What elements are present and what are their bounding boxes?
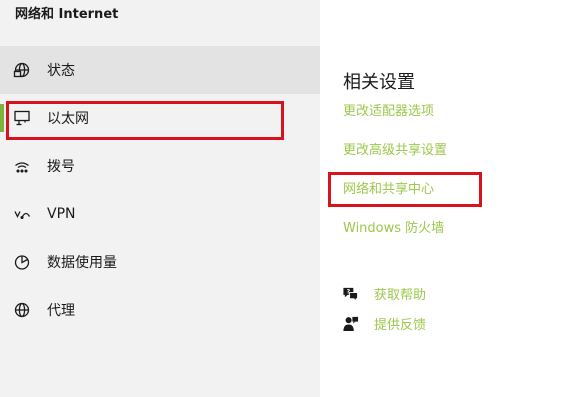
related-settings-title: 相关设置 (343, 72, 415, 93)
chat-help-icon: ? (342, 285, 359, 302)
sidebar-item-proxy[interactable]: 代理 (0, 286, 320, 334)
dial-up-icon (13, 157, 31, 175)
sidebar-title: 网络和 Internet (15, 7, 119, 22)
sidebar: 网络和 Internet 状态 以太网 拨号 VPN 数据使用量 代理 (0, 0, 320, 397)
sidebar-item-dialup[interactable]: 拨号 (0, 142, 320, 190)
sidebar-item-label: 数据使用量 (47, 255, 117, 271)
sidebar-item-status[interactable]: 状态 (0, 46, 320, 94)
sidebar-item-label: 拨号 (47, 159, 75, 175)
give-feedback-link[interactable]: 提供反馈 (342, 313, 426, 333)
get-help-label: 获取帮助 (374, 287, 427, 303)
data-usage-icon (13, 253, 31, 271)
change-advanced-sharing-link[interactable]: 更改高级共享设置 (343, 139, 447, 158)
ethernet-highlight-box (6, 101, 284, 140)
windows-firewall-link[interactable]: Windows 防火墙 (343, 217, 444, 236)
sidebar-item-vpn[interactable]: VPN (0, 190, 320, 238)
change-adapter-options-link[interactable]: 更改适配器选项 (343, 100, 434, 119)
feedback-person-icon (342, 315, 359, 332)
get-help-link[interactable]: ? 获取帮助 (342, 283, 426, 303)
give-feedback-label: 提供反馈 (374, 317, 427, 333)
sidebar-item-label: VPN (47, 206, 76, 222)
selection-indicator (0, 104, 4, 132)
sidebar-item-label: 代理 (47, 303, 75, 319)
vpn-icon (13, 205, 31, 223)
sidebar-item-data-usage[interactable]: 数据使用量 (0, 238, 320, 286)
svg-text:?: ? (347, 288, 351, 295)
globe-status-icon (13, 61, 31, 79)
proxy-globe-icon (13, 301, 31, 319)
sidebar-item-label: 状态 (47, 63, 75, 79)
network-sharing-center-highlight-box (328, 172, 482, 207)
